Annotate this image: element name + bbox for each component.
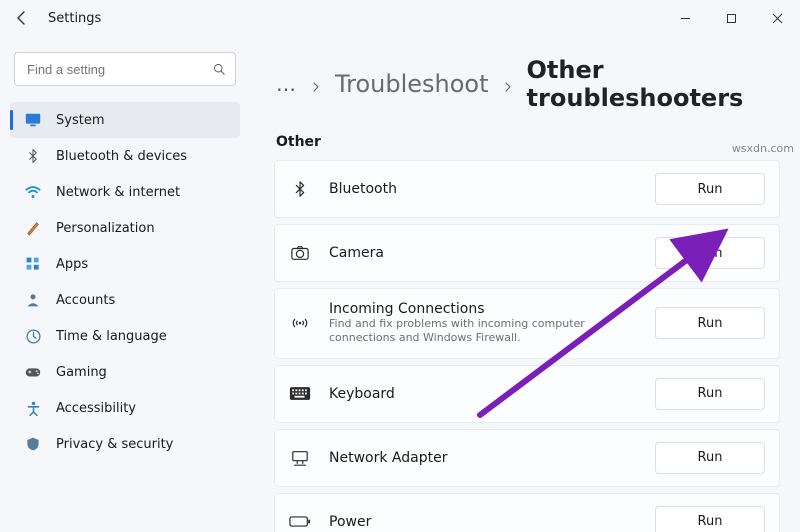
maximize-button[interactable] (708, 0, 754, 36)
chevron-right-icon (503, 70, 513, 98)
sidebar-item-accounts[interactable]: Accounts (10, 282, 240, 318)
card-title: Power (329, 514, 637, 530)
search-icon (213, 62, 225, 76)
search-input[interactable] (25, 61, 205, 78)
app-title: Settings (48, 11, 101, 26)
sidebar-item-label: Bluetooth & devices (56, 149, 187, 164)
run-button[interactable]: Run (655, 173, 765, 205)
wifi-icon (24, 183, 42, 201)
sidebar-item-privacy-security[interactable]: Privacy & security (10, 426, 240, 462)
card-body: Keyboard (329, 386, 637, 402)
person-icon (24, 291, 42, 309)
clock-icon (24, 327, 42, 345)
bluetooth-icon (289, 178, 311, 200)
sidebar-item-label: Personalization (56, 221, 155, 236)
search-box[interactable] (14, 52, 236, 86)
camera-icon (289, 242, 311, 264)
sidebar-item-label: Privacy & security (56, 437, 173, 452)
monitor-icon (24, 111, 42, 129)
sidebar-item-label: Accounts (56, 293, 115, 308)
breadcrumb-overflow[interactable]: … (276, 72, 297, 96)
apps-icon (24, 255, 42, 273)
sidebar-item-apps[interactable]: Apps (10, 246, 240, 282)
game-icon (24, 363, 42, 381)
troubleshooter-power: Power Run (274, 493, 780, 532)
card-title: Incoming Connections (329, 301, 637, 317)
signal-icon (289, 312, 311, 334)
troubleshooter-keyboard: Keyboard Run (274, 365, 780, 423)
breadcrumb-parent[interactable]: Troubleshoot (335, 70, 489, 98)
troubleshooter-incoming-connections: Incoming ConnectionsFind and fix problem… (274, 288, 780, 359)
section-label: Other (274, 130, 780, 160)
netadapter-icon (289, 447, 311, 469)
minimize-button[interactable] (662, 0, 708, 36)
troubleshooter-list: Bluetooth Run Camera Run Incoming Connection… (274, 160, 780, 532)
card-body: Camera (329, 245, 637, 261)
sidebar-item-network-internet[interactable]: Network & internet (10, 174, 240, 210)
sidebar-item-label: Network & internet (56, 185, 180, 200)
bluetooth-icon (24, 147, 42, 165)
card-title: Network Adapter (329, 450, 637, 466)
card-title: Camera (329, 245, 637, 261)
breadcrumb: … Troubleshoot Other troubleshooters (274, 46, 780, 130)
card-body: Bluetooth (329, 181, 637, 197)
run-button[interactable]: Run (655, 506, 765, 532)
breadcrumb-current: Other troubleshooters (527, 56, 780, 112)
titlebar-left: Settings (10, 6, 101, 30)
sidebar-item-label: Time & language (56, 329, 167, 344)
watermark: wsxdn.com (732, 142, 794, 155)
maximize-icon (726, 13, 737, 24)
battery-icon (289, 511, 311, 532)
sidebar-item-label: Accessibility (56, 401, 136, 416)
back-button[interactable] (10, 6, 34, 30)
card-title: Keyboard (329, 386, 637, 402)
card-body: Power (329, 514, 637, 530)
sidebar-item-label: Apps (56, 257, 88, 272)
sidebar-item-gaming[interactable]: Gaming (10, 354, 240, 390)
shield-icon (24, 435, 42, 453)
sidebar: System Bluetooth & devices Network & inter… (0, 36, 250, 532)
brush-icon (24, 219, 42, 237)
sidebar-item-personalization[interactable]: Personalization (10, 210, 240, 246)
sidebar-item-bluetooth-devices[interactable]: Bluetooth & devices (10, 138, 240, 174)
accessibility-icon (24, 399, 42, 417)
card-body: Network Adapter (329, 450, 637, 466)
run-button[interactable]: Run (655, 307, 765, 339)
titlebar: Settings (0, 0, 800, 36)
card-title: Bluetooth (329, 181, 637, 197)
close-icon (772, 13, 783, 24)
troubleshooter-bluetooth: Bluetooth Run (274, 160, 780, 218)
sidebar-nav: System Bluetooth & devices Network & inter… (6, 98, 244, 466)
chevron-right-icon (311, 70, 321, 98)
window-controls (662, 0, 800, 36)
minimize-icon (680, 13, 691, 24)
sidebar-item-time-language[interactable]: Time & language (10, 318, 240, 354)
run-button[interactable]: Run (655, 442, 765, 474)
sidebar-item-accessibility[interactable]: Accessibility (10, 390, 240, 426)
run-button[interactable]: Run (655, 237, 765, 269)
run-button[interactable]: Run (655, 378, 765, 410)
content: System Bluetooth & devices Network & inter… (0, 36, 800, 532)
troubleshooter-camera: Camera Run (274, 224, 780, 282)
sidebar-item-label: Gaming (56, 365, 107, 380)
sidebar-item-system[interactable]: System (10, 102, 240, 138)
troubleshooter-network-adapter: Network Adapter Run (274, 429, 780, 487)
arrow-left-icon (14, 10, 30, 26)
keyboard-icon (289, 383, 311, 405)
card-body: Incoming ConnectionsFind and fix problem… (329, 301, 637, 346)
close-button[interactable] (754, 0, 800, 36)
main-area: … Troubleshoot Other troubleshooters Oth… (250, 36, 800, 532)
card-desc: Find and fix problems with incoming comp… (329, 317, 637, 346)
sidebar-item-label: System (56, 113, 104, 128)
